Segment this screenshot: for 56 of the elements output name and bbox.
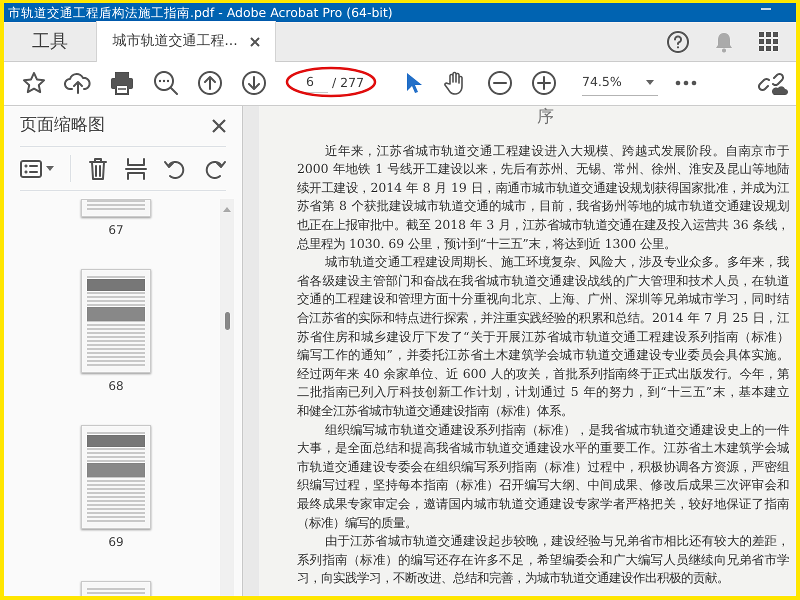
page-thumbnail[interactable]	[81, 269, 151, 374]
page-thumbnail[interactable]	[81, 199, 151, 218]
previous-page-icon[interactable]	[196, 69, 224, 98]
text-line: 总里程为 1030. 69 公里，预计到“十三五”末，将达到近 1300 公里。	[297, 234, 678, 253]
page-thumbnail[interactable]	[81, 425, 151, 530]
scrollbar-thumb[interactable]	[224, 312, 230, 330]
text-line: 也正在上报审批中。截至 2018 年 3 月，江苏省城市轨道交通在建及投入运营共 36 条线，	[297, 216, 789, 234]
help-icon[interactable]	[666, 30, 690, 54]
text-line: 二批指南已列入厅科技创新工作计划，计划通过 5 年的努力，到“十三五”末，基本建立	[297, 383, 789, 402]
scrollbar[interactable]	[220, 199, 234, 596]
text-line: 近年来，江苏省城市轨道交通工程建设进入大规模、跨越式发展阶段。自南京市于	[324, 142, 789, 160]
zoom-search-icon[interactable]	[152, 69, 180, 98]
panel-title: 页面缩略图	[20, 114, 105, 138]
text-line: 续开工建设，2014 年 8 月 19 日，南通市城市轨道交通建设规划获得国家批准，并成为江	[297, 178, 789, 197]
close-icon[interactable]	[250, 36, 260, 46]
text-line: 经过两年来 40 余家单位、近 600 人的攻关，首批系列指南终于正式出版发行。今年，第	[297, 364, 789, 383]
text-line: 市轨道交通建设专委会在组织编写系列指南（标准）过程中，积极协调各方资源，严密组	[297, 458, 789, 476]
printer-icon[interactable]	[108, 69, 136, 98]
page-number-label: 67	[108, 222, 124, 240]
options-dropdown[interactable]	[20, 160, 54, 178]
apps-grid-icon[interactable]	[758, 30, 780, 52]
text-line: 系列指南（标准）的编写还存在许多不足，希望编委会和广大编写人员继续向兄弟省市学	[297, 550, 789, 569]
tools-tab[interactable]: 工具	[4, 22, 96, 62]
close-icon[interactable]	[212, 119, 226, 134]
text-line: 由于江苏省城市轨道交通建设起步较晚，建设经验与兄弟省市相比还有较大的差距，	[324, 532, 789, 550]
caret-icon	[46, 166, 54, 172]
text-line: 大事，是全面总结和提高我省城市轨道交通建设水平的重要工作。江苏省土木建筑学会城	[297, 439, 789, 458]
text-line: 组织编写城市轨道交通建设系列指南（标准），是我省城市轨道交通建设史上的一件	[324, 420, 789, 439]
window-title: 市轨道交通工程盾构法施工指南.pdf - Adobe Acrobat Pro (64-bit)	[7, 4, 394, 22]
text-line: 城市轨道交通工程建设周期长、施工环境复杂、风险大，涉及专业众多。多年来，我	[324, 253, 789, 272]
text-line: 交通的工程建设和管理方面十分重视向北京、上海、广州、深圳等兄弟城市学习，同时结	[297, 290, 789, 308]
insert-page-icon[interactable]	[125, 156, 147, 181]
text-line: 2000 年地铁 1 号线开工建设以来，先后有苏州、无锡、常州、徐州、淮安及昆山等地陆	[297, 160, 789, 178]
document-tab[interactable]: 城市轨道交通工程...	[96, 21, 276, 62]
text-line: 苏省第 8 个获批建设城市轨道交通的城市，目前，我省扬州等地的城市轨道交通建设规划	[297, 197, 789, 216]
more-options-icon[interactable]	[674, 79, 698, 88]
page-total: / 277	[332, 74, 364, 92]
text-line: 和健全江苏省城市轨道交通建设指南（标准）体系。	[297, 402, 574, 420]
caret-icon	[646, 80, 654, 86]
trash-icon[interactable]	[87, 156, 109, 181]
text-line: 省各级建设主管部门和奋战在我省城市轨道交通建设战线的广大管理和技术人员，在轨道	[297, 272, 789, 290]
text-line: 编写工作的通知”，并委托江苏省土木建筑学会城市轨道交通建设专业委员会具体实施。	[297, 346, 789, 364]
zoom-in-icon[interactable]	[530, 69, 558, 98]
page-number-field[interactable]: 6	[300, 73, 328, 94]
text-line: 最终成果专家审定会，邀请国内城市轨道交通建设专家学者严格把关，较好地保证了指南	[297, 494, 789, 513]
page-heading: 序	[537, 106, 554, 127]
text-line: 织编写过程，坚持每本指南（标准）召开编写大纲、中间成果、修改后成果三次评审会和	[297, 476, 789, 494]
page-number-label: 69	[108, 534, 124, 552]
zoom-out-icon[interactable]	[486, 69, 514, 98]
zoom-dropdown[interactable]: 74.5%	[582, 70, 658, 96]
text-line: 合江苏省的实际和特点进行探索，并注重实践经验的积累和总结。2014 年 7 月 25 日，江	[297, 309, 789, 328]
text-line: 习，向实践学习，不断改进、总结和完善，为城市轨道交通建设作出积极的贡献。	[297, 569, 730, 588]
text-line: （标准）编写的质量。	[297, 514, 418, 532]
next-page-icon[interactable]	[240, 69, 268, 98]
page-number-label: 68	[108, 378, 124, 396]
text-line: 苏省住房和城乡建设厅下发了“关于开展江苏省城市轨道交通工程建设系列指南（标准）	[297, 328, 789, 346]
